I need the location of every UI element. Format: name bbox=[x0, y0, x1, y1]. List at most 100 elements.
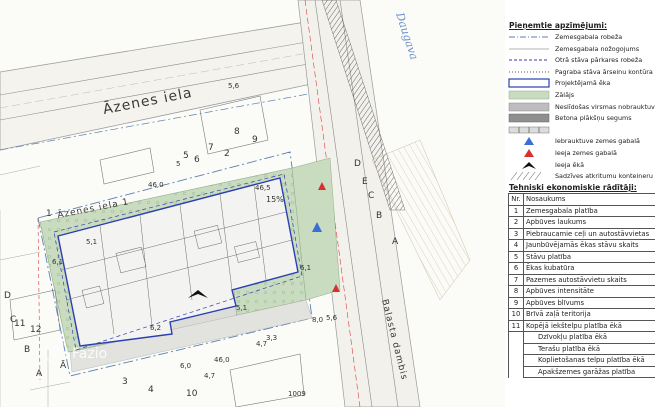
table-row: 6 Ēkas kubatūra bbox=[508, 262, 655, 275]
survey-point-label: 1009 bbox=[288, 390, 306, 398]
dashed-line-icon bbox=[509, 59, 549, 61]
grey-fill-icon bbox=[508, 102, 550, 111]
row-name: Apakšzemes garāžas platība bbox=[523, 365, 655, 378]
legend-item-label: Pagraba stāva ārseinu kontūra bbox=[555, 67, 653, 76]
legend-item-label: Otrā stāva pārkares robeža bbox=[555, 56, 643, 65]
header-name: Nosaukums bbox=[523, 193, 655, 206]
row-name: Apbūves blīvums bbox=[523, 296, 655, 309]
svg-text:6,2: 6,2 bbox=[150, 324, 161, 332]
svg-text:5: 5 bbox=[176, 160, 180, 168]
table-row: Terašu platība ēkā bbox=[508, 342, 655, 355]
green-fill-icon bbox=[508, 90, 550, 100]
row-number: 3 bbox=[508, 227, 524, 240]
dark-fill-icon bbox=[508, 113, 550, 123]
legend-item-label: Iebrauktuve zemes gabalā bbox=[555, 137, 640, 146]
svg-text:6,1: 6,1 bbox=[52, 258, 63, 266]
table-row: 4 Jaunbūvējamās ēkas stāvu skaits bbox=[508, 239, 655, 252]
row-number: 1 bbox=[508, 204, 524, 217]
svg-text:5: 5 bbox=[183, 151, 189, 161]
table-row: 10 Brīvā zaļā teritorija bbox=[508, 308, 655, 321]
svg-text:B: B bbox=[376, 211, 382, 221]
row-number: 5 bbox=[508, 250, 524, 263]
legend-item: Zemesgabala robeža bbox=[507, 32, 655, 42]
svg-text:3: 3 bbox=[122, 377, 128, 387]
svg-text:4: 4 bbox=[148, 385, 154, 395]
svg-text:C: C bbox=[10, 315, 16, 325]
row-name: Apbūves intensitāte bbox=[523, 285, 655, 298]
legend-item: Betona plākšņu segums bbox=[507, 113, 655, 123]
black-chevron-icon bbox=[522, 161, 536, 169]
row-name: Stāvu platība bbox=[523, 250, 655, 263]
row-name: Kopējā iekštelpu platība ēkā bbox=[523, 319, 655, 332]
row-number: 4 bbox=[508, 239, 524, 252]
svg-text:C: C bbox=[368, 191, 374, 201]
red-triangle-icon bbox=[524, 149, 534, 157]
row-name: Ēkas kubatūra bbox=[523, 262, 655, 275]
table-row: 8 Apbūves intensitāte bbox=[508, 285, 655, 298]
svg-text:4,7: 4,7 bbox=[204, 372, 215, 380]
table-row: 2 Apbūves laukums bbox=[508, 216, 655, 229]
tech-table-title: Tehniski ekonomiskie rādītāji: bbox=[509, 183, 637, 192]
svg-text:B: B bbox=[24, 345, 30, 355]
svg-text:D: D bbox=[4, 291, 11, 301]
blue-box-icon bbox=[508, 78, 550, 88]
table-row: 1 Zemesgabala platība bbox=[508, 204, 655, 217]
legend-item: Neslīdošas virsmas nobrauktuve bbox=[507, 102, 655, 112]
legend-item-label: Neslīdošas virsmas nobrauktuve bbox=[555, 102, 655, 111]
svg-text:8: 8 bbox=[234, 127, 240, 137]
slope-label: 15% bbox=[266, 195, 284, 204]
row-number: 10 bbox=[508, 308, 524, 321]
table-row: 11 Kopējā iekštelpu platība ēkā bbox=[508, 319, 655, 332]
table-row: Dzīvokļu platība ēkā bbox=[508, 331, 655, 344]
svg-text:6,0: 6,0 bbox=[180, 362, 191, 370]
legend-item: Ieeja zemes gabalā bbox=[507, 148, 655, 158]
svg-text:Ā: Ā bbox=[60, 360, 67, 371]
table-header-row: Nr. Nosaukums bbox=[508, 193, 655, 206]
legend-item: Projektējamā ēka bbox=[507, 78, 655, 88]
blue-triangle-icon bbox=[524, 137, 534, 146]
row-name: Piebraucamie ceļi un autostāvvietas bbox=[523, 227, 655, 240]
legend-item: Sadzīves atkritumu konteineru n bbox=[507, 171, 655, 181]
legend-item-label: Sadzīves atkritumu konteineru n bbox=[555, 172, 655, 181]
hatched-icon bbox=[510, 172, 542, 181]
row-number: 2 bbox=[508, 216, 524, 229]
svg-text:1: 1 bbox=[46, 209, 52, 219]
row-name: Apbūves laukums bbox=[523, 216, 655, 229]
svg-text:2: 2 bbox=[224, 149, 230, 159]
row-number: 9 bbox=[508, 296, 524, 309]
svg-text:A: A bbox=[36, 369, 43, 379]
row-number bbox=[508, 343, 524, 355]
legend-item-label: Zemesgabala robeža bbox=[555, 33, 623, 41]
row-number bbox=[508, 354, 524, 366]
svg-text:5,1: 5,1 bbox=[236, 304, 247, 312]
legend-panel: Pieņemtie apzīmējumi: Zemesgabala robeža… bbox=[505, 0, 655, 407]
row-name: Dzīvokļu platība ēkā bbox=[523, 331, 655, 344]
legend-item-label: Ieeja zemes gabalā bbox=[555, 149, 617, 157]
row-number bbox=[508, 331, 524, 343]
dotted-line-icon bbox=[509, 71, 549, 73]
dashdot-line-icon bbox=[509, 36, 549, 38]
row-name: Brīvā zaļā teritorija bbox=[523, 308, 655, 321]
svg-text:5,1: 5,1 bbox=[86, 238, 97, 246]
svg-text:9: 9 bbox=[252, 135, 258, 145]
legend-item-label: Ieeja ēkā bbox=[555, 160, 585, 169]
watermark-text: Fazio bbox=[72, 346, 107, 362]
svg-text:6: 6 bbox=[194, 155, 200, 165]
table-row: Koplietošanas telpu platība ēkā bbox=[508, 354, 655, 367]
svg-text:A: A bbox=[392, 237, 399, 247]
legend-item: Zālājs bbox=[507, 90, 655, 100]
svg-text:3,3: 3,3 bbox=[266, 334, 277, 342]
thin-line-icon bbox=[509, 48, 549, 49]
table-row: 3 Piebraucamie ceļi un autostāvvietas bbox=[508, 227, 655, 240]
table-row: Apakšzemes garāžas platība bbox=[508, 365, 655, 378]
row-name: Jaunbūvējamās ēkas stāvu skaits bbox=[523, 239, 655, 252]
paver-strip-icon bbox=[508, 126, 550, 134]
legend-item-label: Zālājs bbox=[555, 91, 575, 99]
row-name: Terašu platība ēkā bbox=[523, 342, 655, 355]
svg-text:46,0: 46,0 bbox=[148, 181, 164, 189]
site-plan-map: Āzenes iela Āzenes iela 1 Balasta dambis… bbox=[0, 0, 505, 407]
svg-text:E: E bbox=[362, 177, 368, 187]
row-name: Pazemes autostāvvietu skaits bbox=[523, 273, 655, 286]
legend-item: Zemesgabala nožogojums bbox=[507, 44, 655, 54]
row-number: 6 bbox=[508, 262, 524, 275]
